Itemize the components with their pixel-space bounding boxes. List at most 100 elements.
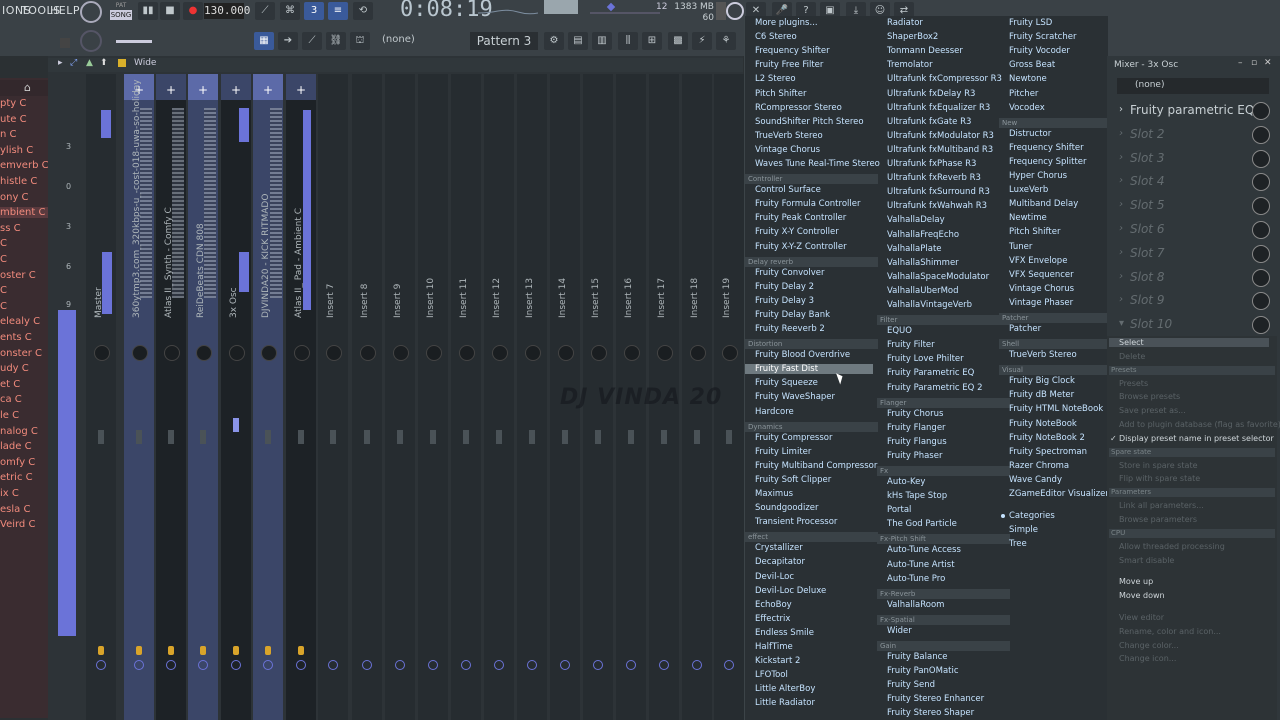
plugin-menu-item[interactable]: Pitch Shifter [1009, 227, 1060, 237]
browser-item[interactable]: lade C [0, 441, 32, 452]
pitch-slider-handle[interactable] [606, 2, 616, 12]
sidechain-icon[interactable]: ▲ [86, 58, 93, 68]
maximize-icon[interactable]: ▫ [1251, 58, 1257, 68]
effect-slot[interactable]: ▾ Slot 10 [1116, 314, 1278, 336]
plugin-menu-item[interactable]: Fruity Vocoder [1009, 46, 1070, 56]
plugin-menu-item[interactable]: Fruity Squeeze [755, 378, 818, 388]
tempo-knob[interactable] [80, 30, 102, 52]
menu-help[interactable]: HELP [50, 4, 80, 17]
slot-arrow-icon[interactable]: › [1119, 152, 1123, 163]
plugin-menu-item[interactable]: Auto-Key [887, 477, 925, 487]
route-switch[interactable] [134, 660, 144, 670]
metronome-icon[interactable]: ⟋ [255, 2, 275, 20]
plugin-menu-item[interactable]: More plugins... [755, 18, 818, 28]
effect-slot[interactable]: › Slot 4 [1116, 171, 1278, 193]
plugin-menu-item[interactable]: Fruity Balance [887, 652, 947, 662]
browser-item[interactable]: ca C [0, 394, 22, 405]
plugin-menu-item[interactable]: ValhallaDelay [887, 215, 945, 225]
browser-item[interactable]: ents C [0, 332, 32, 343]
context-menu-item[interactable]: Browse presets [1119, 392, 1180, 401]
plugin-menu-item[interactable]: Fruity NoteBook [1009, 419, 1077, 429]
context-menu-item[interactable]: Change color... [1119, 641, 1179, 650]
browser-item[interactable]: C [0, 285, 7, 296]
plugin-menu-item[interactable]: Fruity Multiband Compressor [755, 461, 877, 471]
context-menu-item[interactable]: Delete [1119, 352, 1145, 361]
route-switch[interactable] [692, 660, 702, 670]
plugin-menu-item[interactable]: The God Particle [887, 519, 957, 529]
plugin-menu-item[interactable]: VFX Envelope [1009, 256, 1067, 266]
slot-mix-knob[interactable] [1252, 221, 1270, 239]
route-switch[interactable] [428, 660, 438, 670]
plugin-menu-item[interactable]: Fruity Limiter [755, 447, 811, 457]
plugin-menu-item[interactable]: Little AlterBoy [755, 684, 815, 694]
browser-item[interactable]: pty C [0, 98, 26, 109]
slot-arrow-icon[interactable]: › [1119, 271, 1123, 282]
plugin-menu-item[interactable]: Radiator [887, 18, 923, 28]
plugin-menu-item[interactable]: Kickstart 2 [755, 656, 800, 666]
countdown-icon[interactable]: 3 [304, 2, 324, 20]
plugin-menu-item[interactable]: Frequency Splitter [1009, 157, 1087, 167]
effect-slot[interactable]: › Slot 2 [1116, 124, 1278, 146]
plugin-menu-item[interactable]: VFX Sequencer [1009, 270, 1074, 280]
browser-item[interactable]: histle C [0, 176, 37, 187]
plugin-menu-item[interactable]: Fruity Compressor [755, 433, 832, 443]
plugin-menu-item[interactable]: Devil-Loc [755, 572, 794, 582]
browser-item[interactable]: ix C [0, 488, 19, 499]
context-menu-item[interactable]: View editor [1119, 613, 1164, 622]
plugin-menu-item[interactable]: Fruity Blood Overdrive [755, 350, 850, 360]
plugin-menu-item[interactable]: Ultrafunk fxEqualizer R3 [887, 103, 990, 113]
plugin-menu-item[interactable]: Razer Chroma [1009, 461, 1069, 471]
plugin-menu-item[interactable]: Fruity Phaser [887, 451, 942, 461]
slot-mix-knob[interactable] [1252, 102, 1270, 120]
arrow-icon[interactable]: ➔ [278, 32, 298, 50]
plugin-menu-item[interactable]: Tonmann Deesser [887, 46, 963, 56]
plugin-menu-item[interactable]: Fruity dB Meter [1009, 390, 1074, 400]
pan-knob[interactable] [525, 345, 541, 361]
plugin-menu-item[interactable]: Fruity Love Philter [887, 354, 964, 364]
plugin-menu-item[interactable]: Pitch Shifter [755, 89, 806, 99]
tempo-display[interactable]: 130.000 [204, 3, 250, 19]
plugin-menu-item[interactable]: Wave Candy [1009, 475, 1062, 485]
plugin-menu-item[interactable]: Ultrafunk fxPhase R3 [887, 159, 976, 169]
pan-knob[interactable] [294, 345, 310, 361]
browser-item[interactable]: udy C [0, 363, 29, 374]
effect-slot[interactable]: › Slot 5 [1116, 195, 1278, 217]
mixer-track-strip[interactable] [517, 74, 547, 720]
route-icon[interactable]: ⤢ [70, 58, 77, 68]
plugin-menu-item[interactable]: Fruity Spectroman [1009, 447, 1087, 457]
plugin-menu-item[interactable]: Fruity X-Y-Z Controller [755, 242, 847, 252]
volume-fader[interactable] [98, 430, 104, 444]
plugin-menu-item[interactable]: Auto-Tune Pro [887, 574, 945, 584]
volume-fader[interactable] [430, 430, 436, 444]
stop-button[interactable]: ■ [160, 2, 180, 20]
plugin-menu-item[interactable]: Fruity Delay 2 [755, 282, 814, 292]
route-plus-icon[interactable]: + [296, 83, 306, 97]
context-menu-item[interactable]: Browse parameters [1119, 515, 1197, 524]
mixer-icon[interactable]: ⫼ [618, 32, 638, 50]
volume-fader[interactable] [628, 430, 634, 444]
browser-item[interactable]: C [0, 301, 7, 312]
context-menu-item[interactable]: Presets [1119, 379, 1148, 388]
context-menu-item[interactable]: Flip with spare state [1119, 474, 1200, 483]
context-menu-item[interactable]: Smart disable [1119, 556, 1174, 565]
plugin-menu-item[interactable]: Frequency Shifter [1009, 143, 1084, 153]
song-mode-toggle[interactable]: SONG [110, 10, 132, 20]
plugin-menu-item[interactable]: Fruity Stereo Enhancer [887, 694, 984, 704]
bypass-icon[interactable]: ⬆ [100, 58, 108, 68]
plugin-menu-item[interactable]: Waves Tune Real-Time Stereo [755, 159, 880, 169]
pan-knob[interactable] [459, 345, 475, 361]
master-pitch-slider[interactable] [590, 12, 660, 14]
volume-fader[interactable] [595, 430, 601, 444]
volume-fader[interactable] [529, 430, 535, 444]
plugin-menu-item[interactable]: Fruity Parametric EQ [887, 368, 974, 378]
plugin-menu-item[interactable]: Auto-Tune Access [887, 545, 961, 555]
effect-slot[interactable]: › Slot 8 [1116, 267, 1278, 289]
volume-fader[interactable] [168, 430, 174, 444]
context-menu-item[interactable]: Rename, color and icon... [1119, 627, 1221, 636]
plugin-menu-item[interactable]: HalfTime [755, 642, 793, 652]
plugin-menu-item[interactable]: ValhallaPlate [887, 244, 942, 254]
send-level-icon[interactable] [265, 646, 271, 655]
volume-fader[interactable] [233, 418, 239, 432]
volume-fader[interactable] [694, 430, 700, 444]
volume-fader[interactable] [661, 430, 667, 444]
